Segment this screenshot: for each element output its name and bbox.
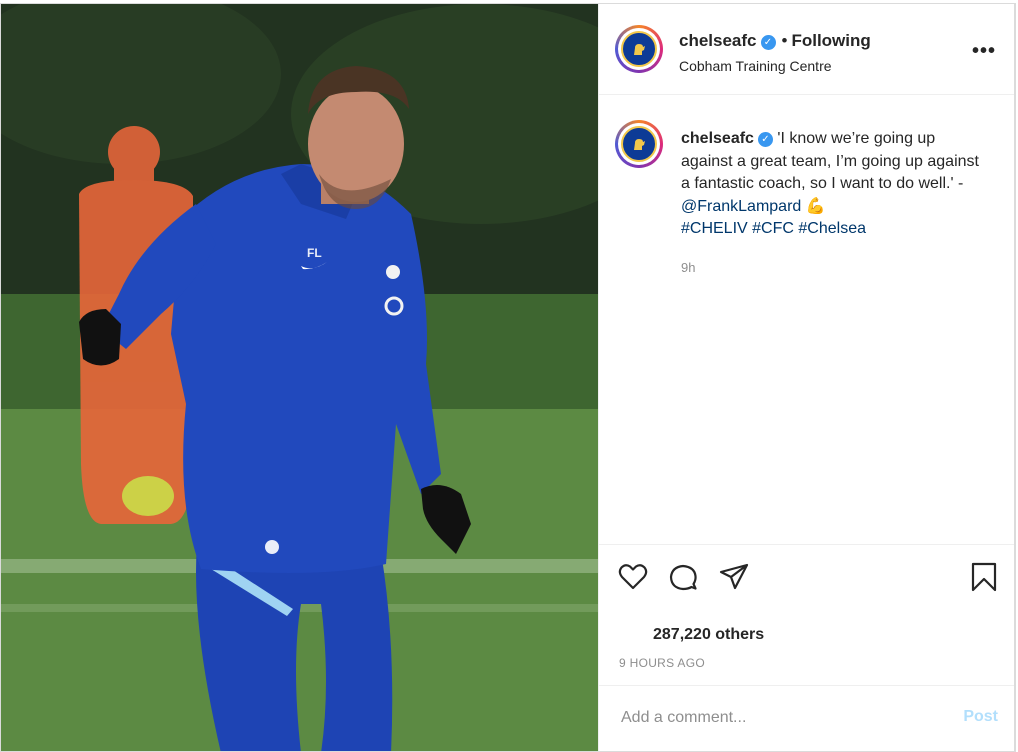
comment-box: Post [599, 685, 1014, 751]
training-photo-illustration: FL [1, 4, 598, 751]
send-icon[interactable] [718, 561, 750, 593]
username-link[interactable]: chelseafc [679, 31, 757, 50]
caption-username-link[interactable]: chelseafc [681, 130, 754, 147]
caption-area: chelseafc ✓ 'I know we’re going up agains… [599, 95, 1014, 543]
post-sidebar: chelseafc ✓ • Following Cobham Training Cen… [598, 4, 1014, 751]
post-header: chelseafc ✓ • Following Cobham Training Cen… [599, 4, 1014, 95]
avatar[interactable] [615, 25, 663, 73]
flexed-biceps-emoji: 💪 [805, 197, 826, 215]
svg-text:FL: FL [307, 246, 322, 260]
hashtag-link[interactable]: #Chelsea [798, 220, 866, 237]
location-link[interactable]: Cobham Training Centre [679, 58, 832, 74]
comment-icon[interactable] [667, 561, 699, 593]
post-photo[interactable]: FL [1, 4, 598, 751]
caption-time[interactable]: 9h [681, 260, 695, 275]
more-options-icon[interactable]: ••• [972, 40, 996, 63]
heart-icon[interactable] [617, 561, 649, 593]
bookmark-icon[interactable] [968, 561, 1000, 593]
hashtag-link[interactable]: #CFC [752, 220, 794, 237]
caption-avatar[interactable] [615, 120, 663, 168]
comment-input[interactable] [619, 708, 943, 728]
chelsea-crest-icon [621, 31, 657, 67]
mention-link[interactable]: @FrankLampard [681, 198, 801, 215]
post-comment-button[interactable]: Post [963, 708, 998, 726]
action-bar [599, 544, 1014, 605]
header-user-line: chelseafc ✓ • Following [679, 31, 871, 51]
chelsea-crest-icon [621, 126, 657, 162]
post-timestamp[interactable]: 9 HOURS AGO [619, 656, 705, 670]
hashtag-link[interactable]: #CHELIV [681, 220, 748, 237]
post-modal: FL chelseafc ✓ • Following Cobham Traini… [0, 3, 1016, 752]
caption-text: chelseafc ✓ 'I know we’re going up agains… [681, 128, 991, 241]
separator-dot: • [781, 31, 788, 50]
following-button[interactable]: Following [791, 31, 870, 50]
verified-badge-icon: ✓ [760, 35, 776, 50]
likes-count[interactable]: 287,220 others [653, 626, 764, 644]
verified-badge-icon: ✓ [757, 132, 773, 147]
